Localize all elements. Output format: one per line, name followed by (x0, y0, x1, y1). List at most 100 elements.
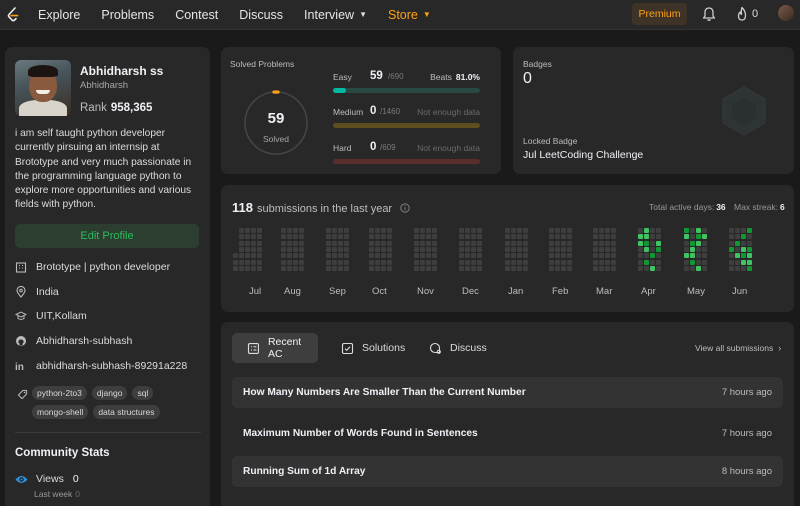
heatmap-cell (517, 259, 522, 265)
list-item[interactable]: Running Sum of 1d Array 8 hours ago (232, 456, 783, 487)
skill-tag[interactable]: python-2to3 (32, 386, 87, 400)
list-item[interactable]: How Many Numbers Are Smaller Than the Cu… (232, 377, 783, 408)
heatmap-cell (281, 265, 286, 271)
heatmap-cell (702, 259, 707, 265)
nav-discuss[interactable]: Discuss (239, 8, 283, 22)
nav-store[interactable]: Store ▼ (388, 8, 431, 22)
heatmap-cell (735, 253, 740, 259)
heatmap-cell (605, 253, 610, 259)
heatmap-cell (696, 259, 701, 265)
heatmap-cell (561, 265, 566, 271)
heatmap-cell (332, 234, 337, 240)
heatmap-cell (735, 259, 740, 265)
heatmap-cell (523, 253, 528, 259)
heatmap-cell (326, 246, 331, 252)
streak-count: 0 (752, 8, 759, 20)
heatmap-cell (420, 259, 425, 265)
github-row[interactable]: Abhidharsh-subhash (15, 333, 132, 349)
heatmap-cell (747, 234, 752, 240)
heatmap-cell (287, 246, 292, 252)
heatmap-cell (387, 259, 392, 265)
heatmap-cell (414, 265, 419, 271)
heatmap-cell (656, 228, 661, 233)
heatmap-cell (251, 234, 256, 240)
skill-tag[interactable]: sql (132, 386, 154, 400)
tab-solutions[interactable]: Solutions (332, 333, 416, 363)
heatmap-cell (414, 228, 419, 233)
heatmap-cell (293, 265, 298, 271)
heatmap-cell (381, 234, 386, 240)
nav-interview[interactable]: Interview ▼ (304, 8, 367, 22)
heatmap-cell (696, 234, 701, 240)
heatmap-cell (251, 228, 256, 233)
streak-fire-icon[interactable] (735, 6, 749, 22)
heatmap-cell (420, 253, 425, 259)
heatmap-cell (644, 234, 649, 240)
skill-tag[interactable]: django (91, 386, 128, 400)
heatmap-cell (465, 259, 470, 265)
heatmap-cell (239, 265, 244, 271)
heatmap-cell (344, 234, 349, 240)
heatmap-cell (414, 253, 419, 259)
edit-profile-button[interactable]: Edit Profile (15, 224, 199, 248)
heatmap-cell (287, 259, 292, 265)
easy-progress-bar (333, 88, 480, 93)
heatmap-cell (432, 246, 437, 252)
heatmap-cell (369, 234, 374, 240)
heatmap-cell (650, 228, 655, 233)
heatmap-cell (741, 228, 746, 233)
month-label: May (687, 286, 705, 297)
solved-total-label: Solved (263, 134, 289, 144)
nav-avatar[interactable] (778, 5, 794, 21)
heatmap-cell (690, 253, 695, 259)
heatmap-cell (326, 240, 331, 246)
heatmap-cell (465, 246, 470, 252)
heatmap-cell (644, 228, 649, 233)
heatmap-cell (638, 228, 643, 233)
tab-recent-ac[interactable]: Recent AC (232, 333, 318, 363)
heatmap-cell (599, 246, 604, 252)
heatmap-cell (477, 240, 482, 246)
heatmap-cell (251, 259, 256, 265)
heatmap-cell (471, 246, 476, 252)
locked-badge-icon[interactable] (721, 85, 767, 137)
heatmap-cell (299, 240, 304, 246)
heatmap-cell (471, 240, 476, 246)
heatmap-cell (505, 240, 510, 246)
heatmap-cell (420, 265, 425, 271)
leetcode-logo-icon[interactable] (6, 6, 20, 23)
list-item[interactable]: Maximum Number of Words Found in Sentenc… (232, 418, 783, 449)
heatmap-cell (257, 265, 262, 271)
heatmap-cell (459, 228, 464, 233)
submissions-title: 118 submissions in the last year (232, 200, 410, 215)
linkedin-row[interactable]: in abhidharsh-subhash-89291a228 (15, 358, 187, 374)
heatmap-cell (420, 240, 425, 246)
bell-icon[interactable] (701, 6, 717, 22)
info-icon[interactable] (400, 203, 410, 213)
heatmap-cell (287, 228, 292, 233)
view-all-submissions-link[interactable]: View all submissions › (695, 343, 781, 353)
tab-discuss[interactable]: Discuss (420, 333, 500, 363)
premium-button[interactable]: Premium (632, 3, 687, 25)
profile-name: Abhidharsh ss (80, 64, 164, 78)
heatmap-cell (465, 265, 470, 271)
month-label: Aug (284, 286, 301, 297)
heatmap-cell (281, 259, 286, 265)
nav-contest[interactable]: Contest (175, 8, 218, 22)
nav-explore[interactable]: Explore (38, 8, 80, 22)
heatmap-cell (251, 246, 256, 252)
heatmap-cell (644, 265, 649, 271)
heatmap-cell (684, 259, 689, 265)
heatmap-cell (287, 253, 292, 259)
heatmap-cell (599, 265, 604, 271)
heatmap-cell (656, 240, 661, 246)
nav-problems[interactable]: Problems (101, 8, 154, 22)
heatmap-cell (251, 265, 256, 271)
heatmap-cell (281, 240, 286, 246)
heatmap-cell (299, 228, 304, 233)
skill-tag[interactable]: mongo-shell (32, 405, 89, 419)
heatmap-cell (741, 246, 746, 252)
heatmap-cell (281, 228, 286, 233)
heatmap-cell (511, 265, 516, 271)
skill-tag[interactable]: data structures (93, 405, 160, 419)
